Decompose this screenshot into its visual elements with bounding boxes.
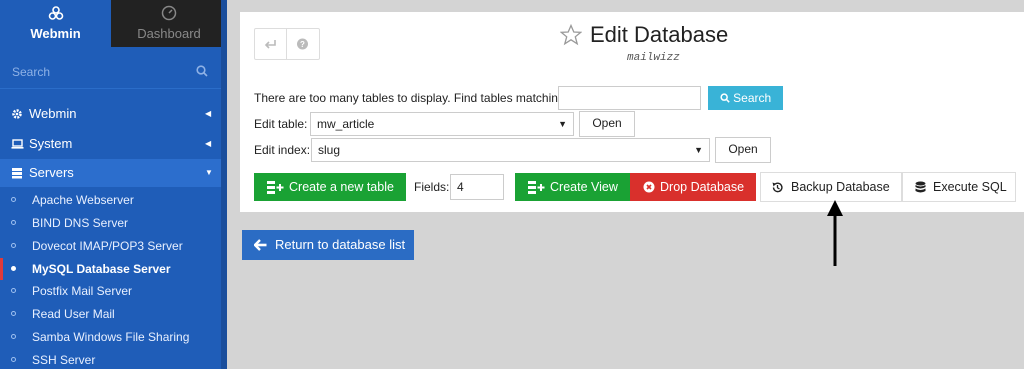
find-tables-label: There are too many tables to display. Fi… (254, 91, 568, 105)
open-table-button-label: Open (592, 116, 622, 130)
open-index-button-label: Open (728, 142, 758, 156)
sidebar-category-label: Webmin (29, 106, 77, 121)
open-table-button[interactable]: Open (579, 111, 635, 137)
tab-webmin-label: Webmin (30, 26, 81, 41)
fields-label: Fields: (414, 180, 450, 194)
arrow-left-icon (254, 239, 267, 251)
sidebar-item-read-user-mail[interactable]: Read User Mail (0, 303, 221, 325)
server-icon (12, 168, 22, 179)
add-view-icon (528, 181, 545, 194)
sidebar-search (0, 57, 221, 87)
times-circle-icon (643, 181, 655, 193)
create-table-button[interactable]: Create a new table (254, 173, 406, 201)
bullet-icon (11, 334, 16, 339)
return-button-label: Return to database list (275, 237, 406, 252)
sidebar-scrollbar[interactable] (221, 0, 227, 369)
sidebar-item-label: Read User Mail (32, 307, 115, 321)
bullet-icon (11, 220, 16, 225)
caret-left-icon: ◀ (205, 139, 212, 148)
star-icon[interactable] (560, 24, 582, 46)
find-tables-input[interactable] (558, 86, 701, 110)
return-to-database-list-button[interactable]: Return to database list (242, 230, 414, 260)
bullet-icon (11, 357, 16, 362)
search-button[interactable]: Search (708, 86, 783, 110)
backup-database-label: Backup Database (791, 180, 890, 194)
sidebar-item-label: BIND DNS Server (32, 216, 129, 230)
sidebar-item-ssh[interactable]: SSH Server (0, 349, 221, 369)
tab-dashboard[interactable]: Dashboard (111, 0, 227, 47)
search-button-label: Search (733, 91, 772, 105)
sidebar-item-label: Samba Windows File Sharing (32, 330, 190, 344)
bullet-icon (11, 288, 16, 293)
sidebar-item-apache[interactable]: Apache Webserver (0, 189, 221, 211)
history-icon (772, 182, 783, 193)
page-header: Edit Database (560, 22, 760, 48)
sidebar-category-system[interactable]: System ◀ (0, 130, 221, 158)
back-button[interactable] (255, 29, 287, 59)
gear-icon (12, 109, 22, 119)
search-input[interactable] (10, 61, 194, 83)
create-view-button[interactable]: Create View (515, 173, 630, 201)
drop-database-button[interactable]: Drop Database (630, 173, 756, 201)
caret-down-icon: ▼ (205, 168, 213, 177)
sidebar-item-samba[interactable]: Samba Windows File Sharing (0, 326, 221, 348)
backup-database-button[interactable]: Backup Database (760, 172, 902, 202)
edit-table-label: Edit table: (254, 117, 308, 131)
open-index-button[interactable]: Open (715, 137, 771, 163)
sidebar-item-postfix[interactable]: Postfix Mail Server (0, 280, 221, 302)
caret-left-icon: ◀ (205, 109, 212, 118)
database-name: mailwizz (627, 52, 680, 64)
sidebar-item-label: SSH Server (32, 353, 96, 367)
search-icon[interactable] (196, 65, 208, 77)
chevron-down-icon: ▼ (694, 145, 703, 155)
tab-dashboard-label: Dashboard (137, 26, 201, 41)
search-icon (720, 93, 730, 103)
execute-sql-label: Execute SQL (933, 180, 1007, 194)
tab-webmin[interactable]: Webmin (0, 0, 111, 47)
edit-index-select[interactable]: slug ▼ (311, 138, 710, 162)
edit-table-value: mw_article (317, 117, 375, 131)
sidebar-item-label: MySQL Database Server (32, 262, 171, 276)
execute-sql-button[interactable]: Execute SQL (902, 172, 1016, 202)
sidebar-category-webmin[interactable]: Webmin ◀ (0, 100, 221, 128)
active-indicator (0, 258, 3, 280)
create-table-label: Create a new table (289, 180, 394, 194)
nav-button-group: ? (254, 28, 320, 60)
laptop-icon (11, 139, 24, 149)
dashboard-icon (161, 5, 177, 21)
sidebar-category-label: Servers (29, 165, 74, 180)
sidebar-tabs: Webmin Dashboard (0, 0, 227, 47)
fields-input[interactable] (450, 174, 504, 200)
sidebar-item-dovecot[interactable]: Dovecot IMAP/POP3 Server (0, 235, 221, 257)
sidebar-item-label: Postfix Mail Server (32, 284, 133, 298)
sidebar-item-label: Apache Webserver (32, 193, 134, 207)
bullet-icon (11, 266, 16, 271)
sidebar-category-servers[interactable]: Servers ▼ (0, 159, 221, 187)
annotation-arrow-icon (827, 200, 843, 266)
sidebar-item-mysql[interactable]: MySQL Database Server (0, 258, 221, 280)
page-title: Edit Database (590, 22, 729, 47)
edit-table-select[interactable]: mw_article ▼ (310, 112, 574, 136)
bullet-icon (11, 243, 16, 248)
drop-database-label: Drop Database (660, 180, 745, 194)
webmin-logo-icon (48, 6, 63, 20)
sidebar: Webmin Dashboard Webmin ◀ System ◀ Serve… (0, 0, 227, 369)
edit-database-panel: ? Edit Database mailwizz There are too m… (240, 12, 1024, 212)
sidebar-item-bind-dns[interactable]: BIND DNS Server (0, 212, 221, 234)
sidebar-item-label: Dovecot IMAP/POP3 Server (32, 239, 183, 253)
back-arrow-icon (264, 40, 276, 49)
help-icon: ? (297, 38, 308, 50)
svg-text:?: ? (300, 40, 305, 49)
sidebar-divider (0, 88, 221, 89)
chevron-down-icon: ▼ (558, 119, 567, 129)
database-icon (915, 181, 926, 193)
add-table-icon (267, 181, 284, 194)
bullet-icon (11, 311, 16, 316)
create-view-label: Create View (550, 180, 618, 194)
edit-index-value: slug (318, 143, 341, 157)
bullet-icon (11, 197, 16, 202)
help-button[interactable]: ? (287, 29, 318, 59)
edit-index-label: Edit index: (254, 143, 311, 157)
sidebar-category-label: System (29, 136, 73, 151)
